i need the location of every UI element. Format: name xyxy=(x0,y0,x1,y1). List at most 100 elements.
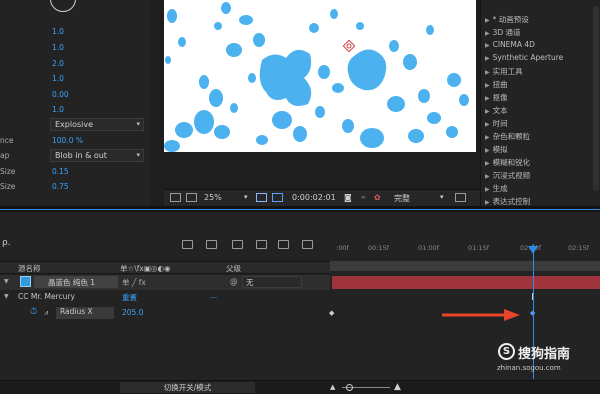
shape-dropdown[interactable]: Explosive ▾ xyxy=(50,118,144,131)
param-value[interactable]: 0.75 xyxy=(52,182,69,191)
layer-switches[interactable]: 单 ╱ fx xyxy=(122,277,146,288)
scrollbar[interactable] xyxy=(593,6,599,191)
disclosure-triangle-icon: ▶ xyxy=(485,160,490,167)
resolution-value[interactable]: 完整 xyxy=(394,193,410,204)
param-value[interactable]: 1.0 xyxy=(52,43,64,52)
zoom-value[interactable]: 25% xyxy=(204,193,222,202)
effect-controls-panel: 1.0 1.0 2.0 1.0 0.00 1.0 Explosive ▾ nce… xyxy=(0,0,150,206)
graph-icon[interactable]: ⩘ xyxy=(44,308,48,318)
param-name: Size xyxy=(0,167,16,176)
parent-dropdown[interactable]: 无 xyxy=(242,276,302,288)
zoom-in-icon[interactable]: ▲ xyxy=(394,382,401,392)
effects-category[interactable]: ▶ 文本 xyxy=(485,105,508,117)
parent-header[interactable]: 父级 xyxy=(226,263,241,274)
effect-name[interactable]: CC Mr. Mercury xyxy=(18,292,75,301)
composition-canvas[interactable] xyxy=(164,0,476,152)
chevron-down-icon: ▾ xyxy=(136,151,140,159)
effects-category[interactable]: ▶ 扭曲 xyxy=(485,79,508,91)
color-channels-icon[interactable]: ✿ xyxy=(374,193,381,202)
disclosure-triangle-icon: ▶ xyxy=(485,134,490,141)
chevron-down-icon[interactable]: ▾ xyxy=(440,193,444,201)
safe-margins-icon[interactable] xyxy=(272,193,283,202)
effects-category[interactable]: ▶ 沉浸式视频 xyxy=(485,170,530,182)
fit-frame-icon[interactable] xyxy=(256,193,267,202)
annotation-arrow-icon xyxy=(442,309,520,321)
work-area-bar[interactable] xyxy=(330,261,600,271)
expand-triangle-icon[interactable]: ▼ xyxy=(4,278,9,285)
param-value[interactable]: 1.0 xyxy=(52,74,64,83)
chevron-down-icon[interactable]: ▾ xyxy=(244,193,248,201)
disclosure-triangle-icon: ▶ xyxy=(485,69,490,76)
zoom-out-icon[interactable]: ▲ xyxy=(330,383,335,391)
source-name-header[interactable]: 源名称 xyxy=(18,263,41,274)
param-row: 0.00 xyxy=(0,89,150,103)
effects-category[interactable]: ▶ * 动画预设 xyxy=(485,14,529,26)
param-row: 2.0 xyxy=(0,58,150,72)
sogou-logo-icon: S xyxy=(498,343,515,360)
effects-category[interactable]: ▶ 生成 xyxy=(485,183,508,195)
param-value[interactable]: 0.00 xyxy=(52,90,69,99)
pickwhip-icon[interactable]: @ xyxy=(230,277,238,286)
param-row: 1.0 xyxy=(0,73,150,87)
param-value[interactable]: 2.0 xyxy=(52,59,64,68)
time-ruler[interactable]: :00f 00:15f 01:00f 01:15f 02:00f 02:15f xyxy=(330,242,600,262)
zoom-slider-thumb[interactable] xyxy=(346,384,353,391)
reset-link[interactable]: 重置 xyxy=(122,292,137,303)
composition-viewer: 25% ▾ 0:00:02:01 ◙ ⚭ ✿ 完整 ▾ xyxy=(150,0,494,206)
effect-row[interactable]: ▼ CC Mr. Mercury 重置 ... xyxy=(0,290,330,305)
effects-category[interactable]: ▶ 杂色和颗粒 xyxy=(485,131,530,143)
property-name: Radius X xyxy=(56,307,114,319)
viewer-toolbar: 25% ▾ 0:00:02:01 ◙ ⚭ ✿ 完整 ▾ xyxy=(164,189,494,206)
layer-duration-bar[interactable] xyxy=(332,276,600,289)
disclosure-triangle-icon: ▶ xyxy=(485,55,490,62)
param-name: nce xyxy=(0,136,14,145)
effects-category[interactable]: ▶ 实用工具 xyxy=(485,66,523,78)
radius-x-value[interactable]: 205.0 xyxy=(122,308,143,317)
disclosure-triangle-icon: ▶ xyxy=(485,186,490,193)
channel-icon[interactable]: ⚭ xyxy=(360,193,367,202)
param-value[interactable]: 1.0 xyxy=(52,27,64,36)
playhead-handle[interactable] xyxy=(528,246,538,254)
expand-triangle-icon[interactable]: ▼ xyxy=(4,293,9,300)
param-value[interactable]: 0.15 xyxy=(52,167,69,176)
search-input[interactable]: ρ. xyxy=(2,238,11,248)
disclosure-triangle-icon: ▶ xyxy=(485,82,490,89)
solid-color-swatch xyxy=(20,276,31,287)
draft-3d-icon[interactable] xyxy=(206,240,217,249)
effects-category[interactable]: ▶ 抠像 xyxy=(485,92,508,104)
property-row[interactable]: ⏱ ⩘ Radius X 205.0 xyxy=(0,306,330,321)
toggle-switches-modes-button[interactable]: 切换开关/模式 xyxy=(120,382,255,393)
frame-blending-icon[interactable] xyxy=(256,240,267,249)
camera-icon[interactable]: ◙ xyxy=(344,193,352,202)
param-value[interactable]: 100.0 % xyxy=(52,136,83,145)
effects-category[interactable]: ▶ CINEMA 4D xyxy=(485,40,535,52)
angle-dial-knob[interactable] xyxy=(50,0,76,12)
keyframe-icon[interactable]: ◆ xyxy=(329,309,334,317)
disclosure-triangle-icon: ▶ xyxy=(485,30,490,37)
param-name: ap xyxy=(0,151,10,160)
effects-category[interactable]: ▶ 模糊和锐化 xyxy=(485,157,530,169)
layer-name[interactable]: 晶蓝色 纯色 1 xyxy=(34,276,118,288)
region-of-interest-icon[interactable] xyxy=(170,193,181,202)
map-dropdown[interactable]: Blob in & out ▾ xyxy=(50,149,144,162)
transparency-grid-icon[interactable] xyxy=(455,193,466,202)
graph-editor-icon[interactable] xyxy=(302,240,313,249)
watermark-brand: 搜狗指南 xyxy=(518,347,571,362)
disclosure-triangle-icon: ▶ xyxy=(485,17,490,24)
param-value[interactable]: 1.0 xyxy=(52,105,64,114)
comp-mini-flowchart-icon[interactable] xyxy=(182,240,193,249)
timecode[interactable]: 0:00:02:01 xyxy=(292,193,336,202)
more-options[interactable]: ... xyxy=(210,291,217,300)
monitor-icon[interactable] xyxy=(186,193,197,202)
effects-category[interactable]: ▶ 模拟 xyxy=(485,144,508,156)
anchor-point-icon xyxy=(342,39,356,53)
effects-category[interactable]: ▶ 时间 xyxy=(485,118,508,130)
stopwatch-icon[interactable]: ⏱ xyxy=(30,307,37,317)
param-row-influence: nce 100.0 % xyxy=(0,135,150,149)
effects-category[interactable]: ▶ 3D 通道 xyxy=(485,27,521,39)
layer-row[interactable]: ▼ 晶蓝色 纯色 1 单 ╱ fx @ 无 xyxy=(0,275,330,290)
effects-category[interactable]: ▶ Synthetic Aperture xyxy=(485,53,563,65)
motion-blur-icon[interactable] xyxy=(278,240,289,249)
param-row: 1.0 xyxy=(0,42,150,56)
shy-layers-icon[interactable] xyxy=(232,240,243,249)
